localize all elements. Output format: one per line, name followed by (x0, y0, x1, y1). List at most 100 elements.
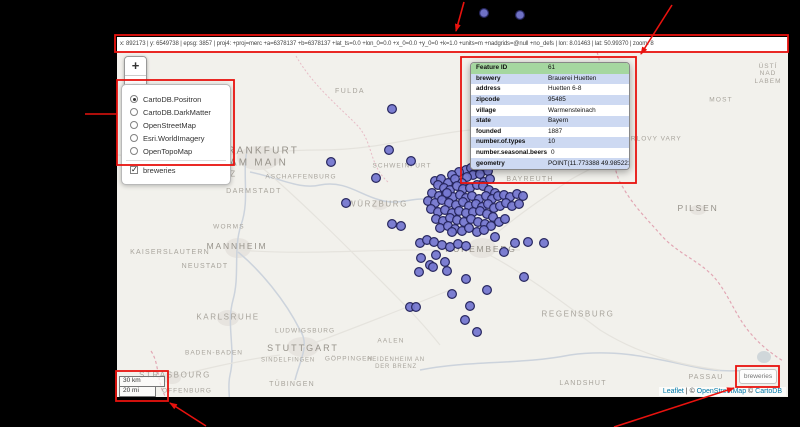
layers-base-list: CartoDB.Positron CartoDB.DarkMatter OpenSt… (130, 94, 222, 156)
city-label: GÖPPINGEN (324, 355, 374, 363)
attribution-link[interactable]: OpenStreetMap (697, 388, 746, 395)
brewery-marker[interactable] (384, 145, 395, 156)
brewery-marker[interactable] (416, 253, 427, 264)
attribution-text: | © (683, 388, 697, 395)
base-layer-option[interactable]: OpenStreetMap (130, 120, 222, 130)
attribution-link[interactable]: Leaflet (663, 388, 684, 395)
brewery-marker[interactable] (472, 327, 483, 338)
brewery-marker[interactable] (465, 301, 476, 312)
city-label: ÚSTÍ NAD LABEM (754, 62, 782, 85)
popup-row-value: 0 (551, 149, 555, 157)
brewery-marker[interactable] (414, 267, 425, 278)
popup-row-label: state (476, 117, 491, 125)
brewery-marker[interactable] (500, 214, 511, 225)
city-label: STUTTGART (267, 342, 339, 353)
brewery-marker[interactable] (387, 103, 398, 114)
brewery-marker[interactable] (490, 232, 501, 243)
brewery-marker[interactable] (326, 157, 337, 168)
popup-row-label: number.of.types (476, 138, 526, 146)
popup-row-value: Brauerei Huetten (548, 74, 597, 82)
brewery-marker[interactable] (482, 285, 493, 296)
brewery-marker[interactable] (411, 302, 422, 313)
city-label: LANDSHUT (559, 379, 607, 387)
popup-row: number.of.types 10 (471, 137, 629, 148)
brewery-marker[interactable] (464, 223, 475, 234)
city-label: FULDA (335, 87, 365, 95)
popup-row: brewery Brauerei Huetten (471, 73, 629, 85)
brewery-marker[interactable] (479, 225, 490, 236)
brewery-marker[interactable] (538, 238, 549, 249)
overlay-layer-option[interactable]: breweries (130, 165, 222, 175)
brewery-marker[interactable] (447, 289, 458, 300)
brewery-marker[interactable] (517, 191, 528, 202)
city-label: KARLSRUHE (196, 312, 260, 322)
popup-row: state Bayern (471, 115, 629, 127)
base-layer-option[interactable]: Esri.WorldImagery (130, 133, 222, 143)
brewery-marker[interactable] (371, 173, 382, 184)
brewery-marker[interactable] (518, 272, 529, 283)
base-layer-option[interactable]: CartoDB.Positron (130, 94, 222, 104)
popup-row-label: zipcode (476, 96, 500, 104)
city-label: MANNHEIM (206, 241, 268, 252)
popup-row-label: founded (476, 127, 502, 135)
brewery-marker[interactable] (440, 257, 451, 268)
layer-label: CartoDB.Positron (143, 94, 202, 104)
city-label: ASCHAFFENBURG (265, 173, 337, 181)
brewery-marker[interactable] (442, 266, 453, 277)
popup-row-label: address (476, 85, 501, 93)
city-label: OFFENBURG (162, 387, 212, 395)
popup-row-value: 10 (548, 138, 556, 146)
radio-icon (130, 121, 138, 129)
annotation-arrow-coordinate-bar (454, 1, 465, 32)
popup-row-value: 1887 (548, 127, 563, 135)
city-label: BADEN-BADEN (185, 349, 243, 357)
zoom-in-button[interactable]: + (125, 57, 146, 76)
checkbox-icon (130, 166, 138, 174)
popup-header-label: Feature ID (476, 64, 508, 72)
brewery-marker[interactable] (461, 274, 472, 285)
city-label: WÜRZBURG (348, 199, 408, 209)
city-label: LUDWIGSBURG (274, 327, 336, 335)
city-label: REGENSBURG (541, 309, 615, 319)
popup-rows: brewery Brauerei Huetten address Huetten 6-… (471, 73, 629, 169)
city-label: SCHWEINFURT (372, 162, 432, 170)
popup-row-label: brewery (476, 74, 501, 82)
brewery-marker[interactable] (387, 219, 398, 230)
brewery-marker[interactable] (396, 221, 407, 232)
scale-mi: 20 mi (119, 385, 156, 397)
brewery-marker[interactable] (485, 174, 496, 185)
base-layer-option[interactable]: OpenTopoMap (130, 146, 222, 156)
brewery-marker[interactable] (428, 262, 439, 273)
brewery-marker[interactable] (453, 239, 464, 250)
attribution-text: © (746, 388, 756, 395)
scale-control: 30 km 20 mi (119, 376, 165, 397)
city-label: KAISERSLAUTERN (130, 248, 210, 256)
brewery-marker[interactable] (406, 156, 417, 167)
brewery-marker[interactable] (475, 169, 486, 180)
attribution-link[interactable]: CartoDB (755, 388, 782, 395)
brewery-marker[interactable] (510, 238, 521, 249)
brewery-marker[interactable] (341, 198, 352, 209)
mouse-coordinates-bar: x: 892173 | y: 6549738 | epsg: 3857 | pr… (117, 37, 788, 51)
base-layer-option[interactable]: CartoDB.DarkMatter (130, 107, 222, 117)
breweries-layer-button[interactable]: breweries (739, 369, 777, 384)
brewery-marker[interactable] (461, 241, 472, 252)
brewery-marker[interactable] (431, 250, 442, 261)
popup-row-label: village (476, 106, 496, 114)
popup-row-value: 95485 (548, 96, 566, 104)
layer-label: Esri.WorldImagery (143, 133, 205, 143)
annotation-arrow-scale-bar (169, 402, 207, 427)
brewery-marker[interactable] (499, 247, 510, 258)
layer-label: CartoDB.DarkMatter (143, 107, 211, 117)
city-label: WORMS (213, 223, 245, 231)
brewery-marker[interactable] (435, 223, 446, 234)
brewery-marker[interactable] (514, 10, 525, 21)
brewery-marker[interactable] (513, 199, 524, 210)
brewery-marker[interactable] (460, 315, 471, 326)
brewery-marker[interactable] (447, 227, 458, 238)
popup-row: geometry POINT(11.773388 49.985221) (471, 158, 629, 169)
brewery-marker[interactable] (522, 237, 533, 248)
brewery-marker[interactable] (479, 8, 490, 19)
attribution: Leaflet | © OpenStreetMap © CartoDB (658, 387, 786, 396)
brewery-marker[interactable] (437, 240, 448, 251)
